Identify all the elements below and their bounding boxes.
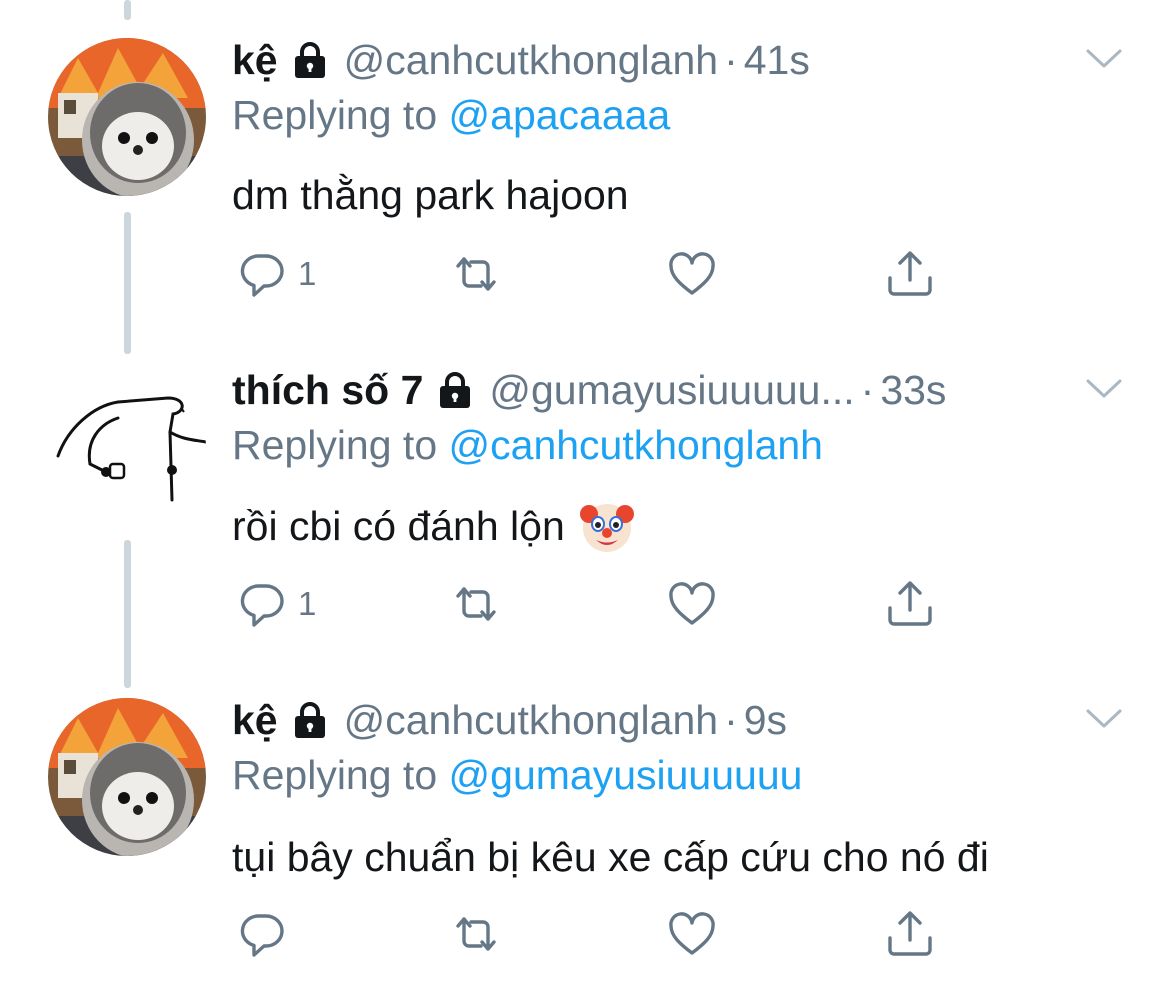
replying-to: Replying to @apacaaaa — [232, 92, 670, 139]
timestamp[interactable]: 9s — [744, 697, 787, 744]
display-name[interactable]: kệ — [232, 37, 278, 84]
like-button[interactable] — [666, 246, 718, 302]
reply-count: 1 — [298, 255, 317, 292]
display-name[interactable]: kệ — [232, 697, 278, 744]
tweet-actions: 1 — [236, 576, 956, 636]
reply-button[interactable] — [236, 906, 298, 962]
heart-icon — [666, 248, 718, 300]
chevron-down-icon[interactable] — [1082, 696, 1126, 740]
replying-prefix: Replying to — [232, 422, 438, 468]
share-icon — [884, 248, 936, 300]
reply-icon — [236, 908, 288, 960]
retweet-button[interactable] — [450, 246, 502, 302]
tweet-text: tụi bây chuẩn bị kêu xe cấp cứu cho nó đ… — [232, 834, 989, 881]
doodle-avatar-icon — [48, 368, 206, 526]
handle[interactable]: @gumayusiuuuuu... — [489, 367, 854, 414]
handle[interactable]: @canhcutkhonglanh — [344, 697, 718, 744]
like-button[interactable] — [666, 576, 718, 632]
lock-icon — [290, 40, 330, 80]
tweet-header: kệ @canhcutkhonglanh · 9s — [232, 692, 787, 748]
separator: · — [724, 696, 738, 743]
penguin-avatar-icon — [48, 38, 206, 196]
timestamp[interactable]: 33s — [880, 367, 946, 414]
chevron-down-icon[interactable] — [1082, 366, 1126, 410]
lock-icon — [435, 370, 475, 410]
tweet-text: dm thằng park hajoon — [232, 172, 629, 219]
tweet[interactable]: thích số 7 @gumayusiuuuuu... · 33s Reply… — [0, 362, 1170, 662]
tweet-text-content: dm thằng park hajoon — [232, 172, 629, 218]
share-button[interactable] — [884, 576, 936, 632]
retweet-button[interactable] — [450, 576, 502, 632]
retweet-icon — [450, 248, 502, 300]
replying-prefix: Replying to — [232, 92, 438, 138]
reply-icon — [236, 578, 288, 630]
share-button[interactable] — [884, 906, 936, 962]
like-button[interactable] — [666, 906, 718, 962]
avatar[interactable] — [48, 38, 206, 196]
reply-icon — [236, 248, 288, 300]
chevron-down-icon[interactable] — [1082, 36, 1126, 80]
tweet-text: rồi cbi có đánh lộn — [232, 498, 635, 554]
replying-to: Replying to @canhcutkhonglanh — [232, 422, 823, 469]
retweet-icon — [450, 908, 502, 960]
reply-button[interactable]: 1 — [236, 576, 316, 632]
tweet-actions: 1 — [236, 246, 956, 306]
tweet[interactable]: kệ @canhcutkhonglanh · 41s Replying to @… — [0, 32, 1170, 332]
mention-link[interactable]: @apacaaaa — [449, 92, 671, 138]
clown-face-emoji-icon — [579, 498, 635, 554]
avatar[interactable] — [48, 698, 206, 856]
retweet-button[interactable] — [450, 906, 502, 962]
tweet-header: thích số 7 @gumayusiuuuuu... · 33s — [232, 362, 946, 418]
mention-link[interactable]: @gumayusiuuuuuu — [449, 752, 803, 798]
tweet-header: kệ @canhcutkhonglanh · 41s — [232, 32, 810, 88]
reply-button[interactable]: 1 — [236, 246, 316, 302]
tweet-text-content: tụi bây chuẩn bị kêu xe cấp cứu cho nó đ… — [232, 834, 989, 880]
tweet[interactable]: kệ @canhcutkhonglanh · 9s Replying to @g… — [0, 692, 1170, 988]
display-name[interactable]: thích số 7 — [232, 367, 423, 414]
separator: · — [724, 36, 738, 83]
tweet-text-content: rồi cbi có đánh lộn — [232, 502, 565, 549]
share-button[interactable] — [884, 246, 936, 302]
handle[interactable]: @canhcutkhonglanh — [344, 37, 718, 84]
separator: · — [860, 366, 875, 413]
penguin-avatar-icon — [48, 698, 206, 856]
lock-icon — [290, 700, 330, 740]
reply-count: 1 — [298, 585, 317, 622]
replying-prefix: Replying to — [232, 752, 438, 798]
tweet-actions — [236, 906, 956, 966]
avatar[interactable] — [48, 368, 206, 526]
mention-link[interactable]: @canhcutkhonglanh — [449, 422, 823, 468]
timestamp[interactable]: 41s — [744, 37, 810, 84]
share-icon — [884, 908, 936, 960]
heart-icon — [666, 908, 718, 960]
share-icon — [884, 578, 936, 630]
heart-icon — [666, 578, 718, 630]
thread-line — [124, 0, 131, 20]
retweet-icon — [450, 578, 502, 630]
replying-to: Replying to @gumayusiuuuuuu — [232, 752, 802, 799]
